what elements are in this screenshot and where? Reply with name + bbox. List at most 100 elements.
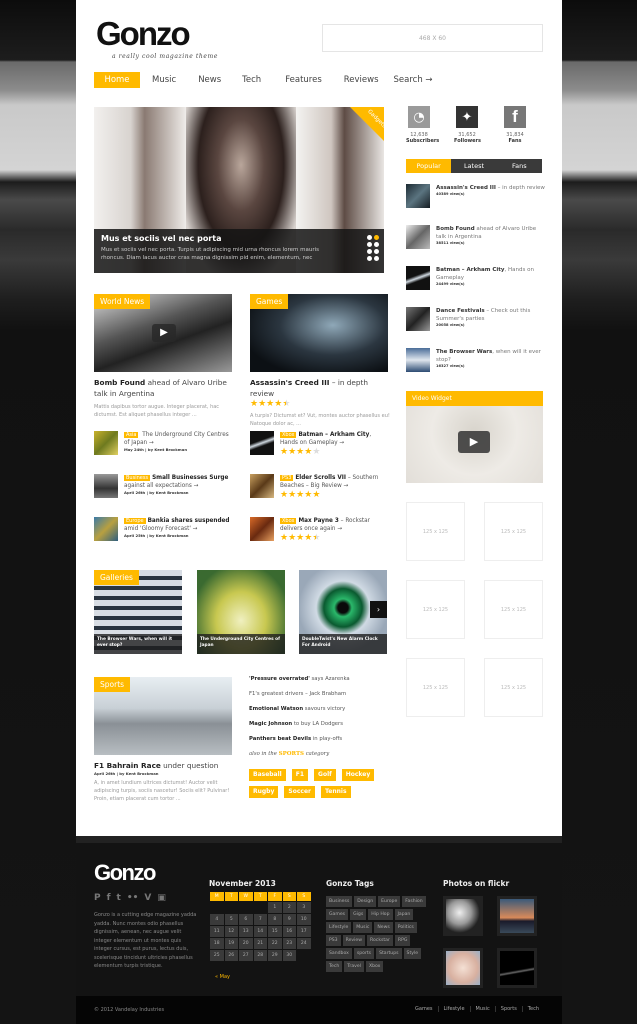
tag-cloud-item[interactable]: Europe [378,896,401,907]
twitter-icon[interactable]: t [117,893,121,903]
social-facebook[interactable]: f 31,834 Fans [502,106,528,144]
nav-news[interactable]: News [198,72,221,88]
footer-link-lifestyle[interactable]: Lifestyle [437,1006,470,1012]
nav-search[interactable]: Search → [394,72,433,88]
calendar-day[interactable]: 19 [224,938,238,949]
youtube-icon[interactable]: ▣ [157,893,166,903]
calendar-day[interactable]: 17 [297,926,311,937]
popular-title-rest[interactable]: – in depth review [496,185,545,191]
popular-thumbnail[interactable] [406,307,430,331]
facebook-icon[interactable]: f [107,893,111,903]
news-thumbnail[interactable] [94,474,118,498]
facebook-icon[interactable]: f [504,106,526,128]
popular-thumbnail[interactable] [406,348,430,372]
calendar-day[interactable]: 14 [253,926,267,937]
flickr-icon[interactable]: •• [127,893,139,903]
ad-slot[interactable]: 125 x 125 [406,502,465,561]
slide-dot[interactable] [374,242,379,247]
popular-title-bold[interactable]: Assassin's Creed III [436,185,496,191]
slide-dot[interactable] [374,249,379,254]
calendar-day[interactable]: 9 [282,914,296,925]
hero-slider[interactable]: Gadgets Mus et sociis vel nec porta Mus … [94,107,384,273]
nav-home[interactable]: Home [94,72,140,88]
sports-image[interactable]: Sports [94,677,232,755]
calendar-day[interactable]: 23 [282,938,296,949]
flickr-photo[interactable] [443,896,483,936]
calendar-day[interactable]: 4 [210,914,224,925]
section-label-galleries[interactable]: Galleries [94,570,139,585]
news-item[interactable]: Europe Bankia shares suspended amid 'Gloo… [94,517,234,541]
ad-slot[interactable]: 125 x 125 [484,502,543,561]
tag-cloud-item[interactable]: Xbox [365,961,384,972]
tag-chip[interactable]: Soccer [284,786,315,798]
article-title-bold[interactable]: F1 Bahrain Race [94,761,161,770]
ad-slot[interactable]: 125 x 125 [484,580,543,639]
nav-features[interactable]: Features [285,72,322,88]
tag-cloud-item[interactable]: Music [353,922,373,933]
site-logo[interactable]: Gonzo [96,16,191,52]
game-tag[interactable]: Xbox [280,518,297,524]
tag-cloud-item[interactable]: sports [353,948,375,959]
social-rss[interactable]: ◔ 12,638 Subscribers [406,106,439,144]
tag-cloud-item[interactable]: Fashion [402,896,426,907]
tag-cloud-item[interactable]: Business [326,896,353,907]
news-tag[interactable]: Europe [124,518,146,524]
hero-title[interactable]: Mus et sociis vel nec porta [101,234,377,243]
calendar-day[interactable]: 8 [268,914,282,925]
news-item[interactable]: Business Small Businesses Surge against a… [94,474,234,498]
nav-music[interactable]: Music [152,72,176,88]
footer-link-tech[interactable]: Tech [521,1006,544,1012]
calendar-day[interactable]: 13 [239,926,253,937]
tag-cloud-item[interactable]: Travel [344,961,364,972]
calendar-day[interactable]: 24 [297,938,311,949]
social-twitter[interactable]: ✦ 31,652 Followers [454,106,481,144]
footer-link-music[interactable]: Music [469,1006,495,1012]
tag-chip[interactable]: Hockey [341,769,375,781]
news-title-rest[interactable]: against all expectations → [124,483,198,489]
calendar-day[interactable]: 28 [253,950,267,961]
slide-dot[interactable] [367,235,372,240]
gallery-item[interactable]: The Underground City Centres of Japan [197,570,285,654]
tag-cloud-item[interactable]: RPG [394,935,411,946]
tab-latest[interactable]: Latest [451,159,497,173]
tag-cloud-item[interactable]: Sandbox [326,948,352,959]
slide-dot-active[interactable] [374,235,379,240]
slide-dot[interactable] [374,256,379,261]
game-thumbnail[interactable] [250,474,274,498]
game-title-bold[interactable]: Batman – Arkham City [298,432,369,438]
popular-item[interactable]: Bomb Found ahead of Alvaro Uribe talk in… [406,225,546,249]
gallery-next-arrow[interactable]: › [370,601,387,618]
tag-cloud-item[interactable]: Rockstar [367,935,393,946]
popular-thumbnail[interactable] [406,266,430,290]
category-link[interactable]: SPORTS [279,751,304,757]
play-icon[interactable]: ▶ [458,431,490,453]
calendar-day[interactable]: 22 [268,938,282,949]
ad-slot[interactable]: 125 x 125 [406,658,465,717]
play-icon[interactable]: ▶ [152,324,176,342]
popular-title-bold[interactable]: Dance Festivals [436,308,485,314]
section-label-world-news[interactable]: World News [94,294,151,309]
twitter-icon[interactable]: ✦ [456,106,478,128]
gallery-caption[interactable]: The Underground City Centres of Japan [197,634,285,654]
footer-logo[interactable]: Gonzo [94,861,156,885]
tag-cloud-item[interactable]: Games [326,909,349,920]
calendar-day[interactable]: 5 [224,914,238,925]
ad-slot[interactable]: 125 x 125 [406,580,465,639]
popular-item[interactable]: The Browser Wars, when will it ever stop… [406,348,546,372]
tag-cloud-item[interactable]: Lifestyle [326,922,352,933]
world-news-image[interactable]: World News ▶ [94,294,232,372]
tag-cloud-item[interactable]: Style [403,948,422,959]
section-label-sports[interactable]: Sports [94,677,131,692]
headline-item[interactable]: Magic Johnson to buy LA Dodgers [249,721,399,728]
game-tag[interactable]: Xbox [280,432,297,438]
nav-reviews[interactable]: Reviews [344,72,379,88]
tag-cloud-item[interactable]: Design [354,896,377,907]
slide-dot[interactable] [367,249,372,254]
calendar-prev-link[interactable]: « May [215,974,230,980]
tag-cloud-item[interactable]: News [374,922,393,933]
popular-item[interactable]: Batman – Arkham City, Hands on Gameplay 2… [406,266,546,290]
headline-item[interactable]: Emotional Watson savours victory [249,706,399,713]
game-title-bold[interactable]: Max Payne 3 [298,518,338,524]
popular-title-bold[interactable]: Batman – Arkham City [436,267,505,273]
popular-item[interactable]: Dance Festivals – Check out this Summer'… [406,307,546,331]
